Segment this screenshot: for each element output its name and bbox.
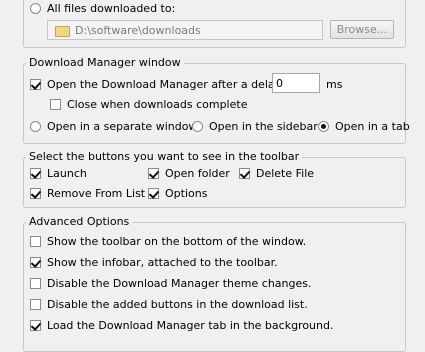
close-when-complete-label: Close when downloads complete: [67, 98, 248, 111]
open-sidebar-label: Open in the sidebar: [209, 120, 318, 133]
toolbar-buttons-group: [23, 157, 406, 208]
advanced-option-checkbox[interactable]: [30, 320, 42, 331]
advanced-option-label: Load the Download Manager tab in the bac…: [47, 319, 334, 332]
open-tab-radio[interactable]: [318, 121, 329, 132]
open-after-delay-label: Open the Download Manager after a delay …: [47, 78, 296, 91]
open-separate-window-radio[interactable]: [30, 121, 41, 132]
open-tab-label: Open in a tab: [335, 120, 410, 133]
delay-input-value: 0: [276, 77, 283, 90]
open-folder-label: Open folder: [165, 167, 230, 180]
advanced-option-label: Show the infobar, attached to the toolba…: [47, 256, 278, 269]
toolbar-buttons-title: Select the buttons you want to see in th…: [26, 150, 303, 163]
delete-file-label: Delete File: [256, 167, 315, 180]
options-label: Options: [165, 187, 208, 200]
all-files-label: All files downloaded to:: [47, 2, 176, 15]
download-folder-path: D:\software\downloads: [75, 24, 201, 37]
folder-icon: [55, 26, 70, 37]
advanced-option-label: Show the toolbar on the bottom of the wi…: [47, 235, 307, 248]
all-files-radio[interactable]: [30, 3, 41, 14]
download-folder-field: D:\software\downloads: [47, 20, 323, 40]
advanced-option-label: Disable the Download Manager theme chang…: [47, 277, 312, 290]
advanced-option-checkbox[interactable]: [30, 299, 41, 310]
delay-input[interactable]: 0: [272, 73, 320, 93]
advanced-option-checkbox[interactable]: [30, 236, 41, 247]
open-separate-window-label: Open in a separate window: [47, 120, 198, 133]
dm-window-title: Download Manager window: [26, 56, 184, 69]
launch-checkbox[interactable]: [30, 168, 42, 179]
advanced-option-checkbox[interactable]: [30, 278, 41, 289]
remove-from-list-checkbox[interactable]: [30, 188, 42, 199]
options-checkbox[interactable]: [148, 188, 160, 199]
advanced-option-checkbox[interactable]: [30, 257, 42, 268]
remove-from-list-label: Remove From List: [47, 187, 146, 200]
open-sidebar-radio[interactable]: [192, 121, 203, 132]
delay-unit: ms: [326, 78, 343, 91]
close-when-complete-checkbox[interactable]: [50, 99, 61, 110]
open-folder-checkbox[interactable]: [148, 168, 160, 179]
advanced-options-title: Advanced Options: [26, 215, 133, 228]
launch-label: Launch: [47, 167, 87, 180]
delete-file-checkbox[interactable]: [239, 168, 251, 179]
browse-button[interactable]: Browse...: [330, 20, 394, 39]
advanced-option-label: Disable the added buttons in the downloa…: [47, 298, 308, 311]
open-after-delay-checkbox[interactable]: [30, 79, 42, 90]
